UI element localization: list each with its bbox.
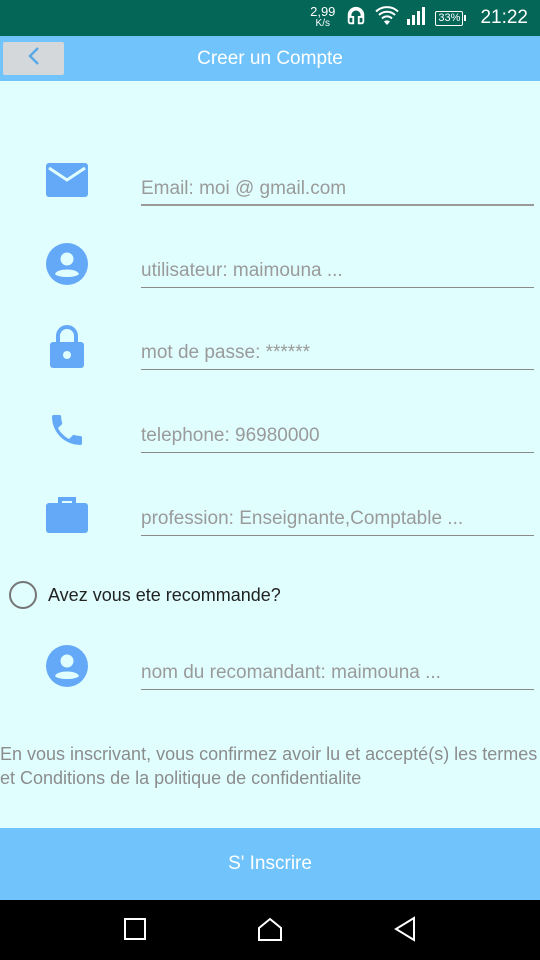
- recommender-placeholder: nom du recomandant: maimouna ...: [141, 662, 441, 683]
- home-icon: [257, 917, 283, 946]
- phone-placeholder: telephone: 96980000: [141, 425, 320, 446]
- back-button[interactable]: [3, 42, 64, 75]
- wifi-icon: [375, 5, 400, 32]
- network-speed: 2,99 K/s: [310, 4, 336, 30]
- page-title: Creer un Compte: [197, 48, 343, 69]
- clock: 21:22: [480, 7, 528, 28]
- briefcase-icon: [45, 492, 89, 536]
- email-underline: [141, 204, 534, 206]
- network-speed-unit: K/s: [315, 18, 330, 29]
- username-placeholder: utilisateur: maimouna ...: [141, 260, 343, 281]
- battery-indicator: 33%: [435, 10, 467, 26]
- triangle-back-icon: [393, 915, 417, 947]
- status-bar: 2,99 K/s 33% 21:22: [0, 0, 540, 36]
- recommended-label: Avez vous ete recommande?: [48, 584, 281, 605]
- password-field[interactable]: mot de passe: ******: [141, 330, 534, 370]
- username-field[interactable]: utilisateur: maimouna ...: [141, 248, 534, 288]
- battery-level: 33%: [435, 10, 464, 26]
- headset-icon: [345, 5, 367, 32]
- password-underline: [141, 369, 534, 370]
- recommended-option[interactable]: Avez vous ete recommande?: [9, 580, 281, 610]
- recommended-radio[interactable]: [9, 581, 37, 609]
- terms-text: En vous inscrivant, vous confirmez avoir…: [0, 744, 538, 788]
- profession-placeholder: profession: Enseignante,Comptable ...: [141, 508, 464, 529]
- username-underline: [141, 287, 534, 288]
- recommender-field[interactable]: nom du recomandant: maimouna ...: [141, 650, 534, 690]
- signup-button[interactable]: S' Inscrire: [0, 828, 540, 900]
- email-placeholder: Email: moi @ gmail.com: [141, 178, 347, 199]
- square-icon: [124, 917, 146, 945]
- recents-button[interactable]: [118, 914, 152, 948]
- recommender-underline: [141, 689, 534, 690]
- profession-field[interactable]: profession: Enseignante,Comptable ...: [141, 496, 534, 536]
- home-button[interactable]: [253, 914, 287, 948]
- navigation-bar: [0, 900, 540, 960]
- profession-underline: [141, 535, 534, 536]
- app-bar: Creer un Compte: [0, 36, 540, 81]
- account-circle-icon: [45, 242, 89, 286]
- phone-icon: [45, 408, 89, 452]
- chevron-left-icon: [27, 46, 41, 71]
- phone-underline: [141, 452, 534, 453]
- email-field[interactable]: Email: moi @ gmail.com: [141, 166, 534, 206]
- network-speed-value: 2,99: [310, 4, 336, 19]
- signal-icon: [407, 6, 427, 30]
- status-icons: 2,99 K/s 33% 21:22: [310, 0, 528, 36]
- mail-icon: [45, 158, 89, 202]
- password-placeholder: mot de passe: ******: [141, 342, 310, 363]
- account-circle-icon: [45, 644, 89, 688]
- battery-tip: [464, 15, 467, 21]
- back-nav-button[interactable]: [388, 914, 422, 948]
- phone-field[interactable]: telephone: 96980000: [141, 413, 534, 453]
- lock-icon: [45, 324, 89, 368]
